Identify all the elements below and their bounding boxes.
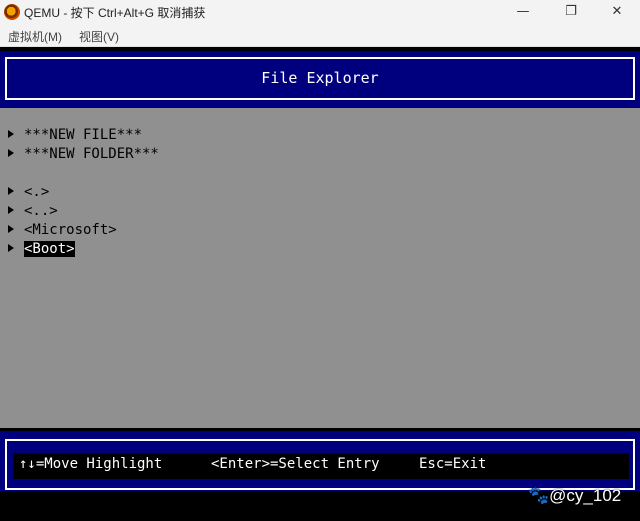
list-item-microsoft[interactable]: <Microsoft> xyxy=(8,221,117,239)
window-titlebar: QEMU - 按下 Ctrl+Alt+G 取消捕获 — ❐ ✕ xyxy=(0,0,640,24)
entry-label: <.> xyxy=(24,184,50,200)
page-title: File Explorer xyxy=(261,69,379,87)
watermark: 🐾@cy_102 xyxy=(528,486,622,505)
pointer-arrow-icon xyxy=(8,187,14,195)
hint-move-highlight: ↑↓=Move Highlight xyxy=(19,456,163,472)
key-hints-bar: ↑↓=Move Highlight <Enter>=Select Entry E… xyxy=(13,453,629,479)
hint-exit: Esc=Exit xyxy=(419,456,487,472)
qemu-app-icon xyxy=(4,4,20,20)
menu-view[interactable]: 视图(V) xyxy=(79,28,119,45)
close-button[interactable]: ✕ xyxy=(594,0,640,24)
menu-vm[interactable]: 虚拟机(M) xyxy=(8,28,62,45)
entry-label-selected: <Boot> xyxy=(24,241,75,257)
pointer-arrow-icon xyxy=(8,130,14,138)
entry-label: ***NEW FILE*** xyxy=(24,127,143,143)
pointer-arrow-icon xyxy=(8,149,14,157)
restore-button[interactable]: ❐ xyxy=(548,0,594,24)
list-item-new-file[interactable]: ***NEW FILE*** xyxy=(8,126,142,144)
hint-select-entry: <Enter>=Select Entry xyxy=(211,456,380,472)
guest-screen[interactable]: File Explorer ***NEW FILE*** ***NEW FOLD… xyxy=(0,47,640,521)
header-frame: File Explorer xyxy=(5,57,635,100)
list-item-current-dir[interactable]: <.> xyxy=(8,183,49,201)
footer-frame: ↑↓=Move Highlight <Enter>=Select Entry E… xyxy=(5,439,635,490)
minimize-button[interactable]: — xyxy=(500,0,546,24)
list-item-new-folder[interactable]: ***NEW FOLDER*** xyxy=(8,145,159,163)
pointer-arrow-icon xyxy=(8,206,14,214)
menu-bar: 虚拟机(M) 视图(V) xyxy=(0,24,640,47)
list-item-boot[interactable]: <Boot> xyxy=(8,240,75,258)
window-title: QEMU - 按下 Ctrl+Alt+G 取消捕获 xyxy=(24,6,206,20)
entry-label: ***NEW FOLDER*** xyxy=(24,146,159,162)
entry-label: <Microsoft> xyxy=(24,222,117,238)
header-band: File Explorer xyxy=(0,51,640,109)
file-list: ***NEW FILE*** ***NEW FOLDER*** <.> <..>… xyxy=(0,108,640,428)
pointer-arrow-icon xyxy=(8,244,14,252)
list-item-parent-dir[interactable]: <..> xyxy=(8,202,58,220)
entry-label: <..> xyxy=(24,203,58,219)
pointer-arrow-icon xyxy=(8,225,14,233)
footer-band: ↑↓=Move Highlight <Enter>=Select Entry E… xyxy=(0,431,640,491)
